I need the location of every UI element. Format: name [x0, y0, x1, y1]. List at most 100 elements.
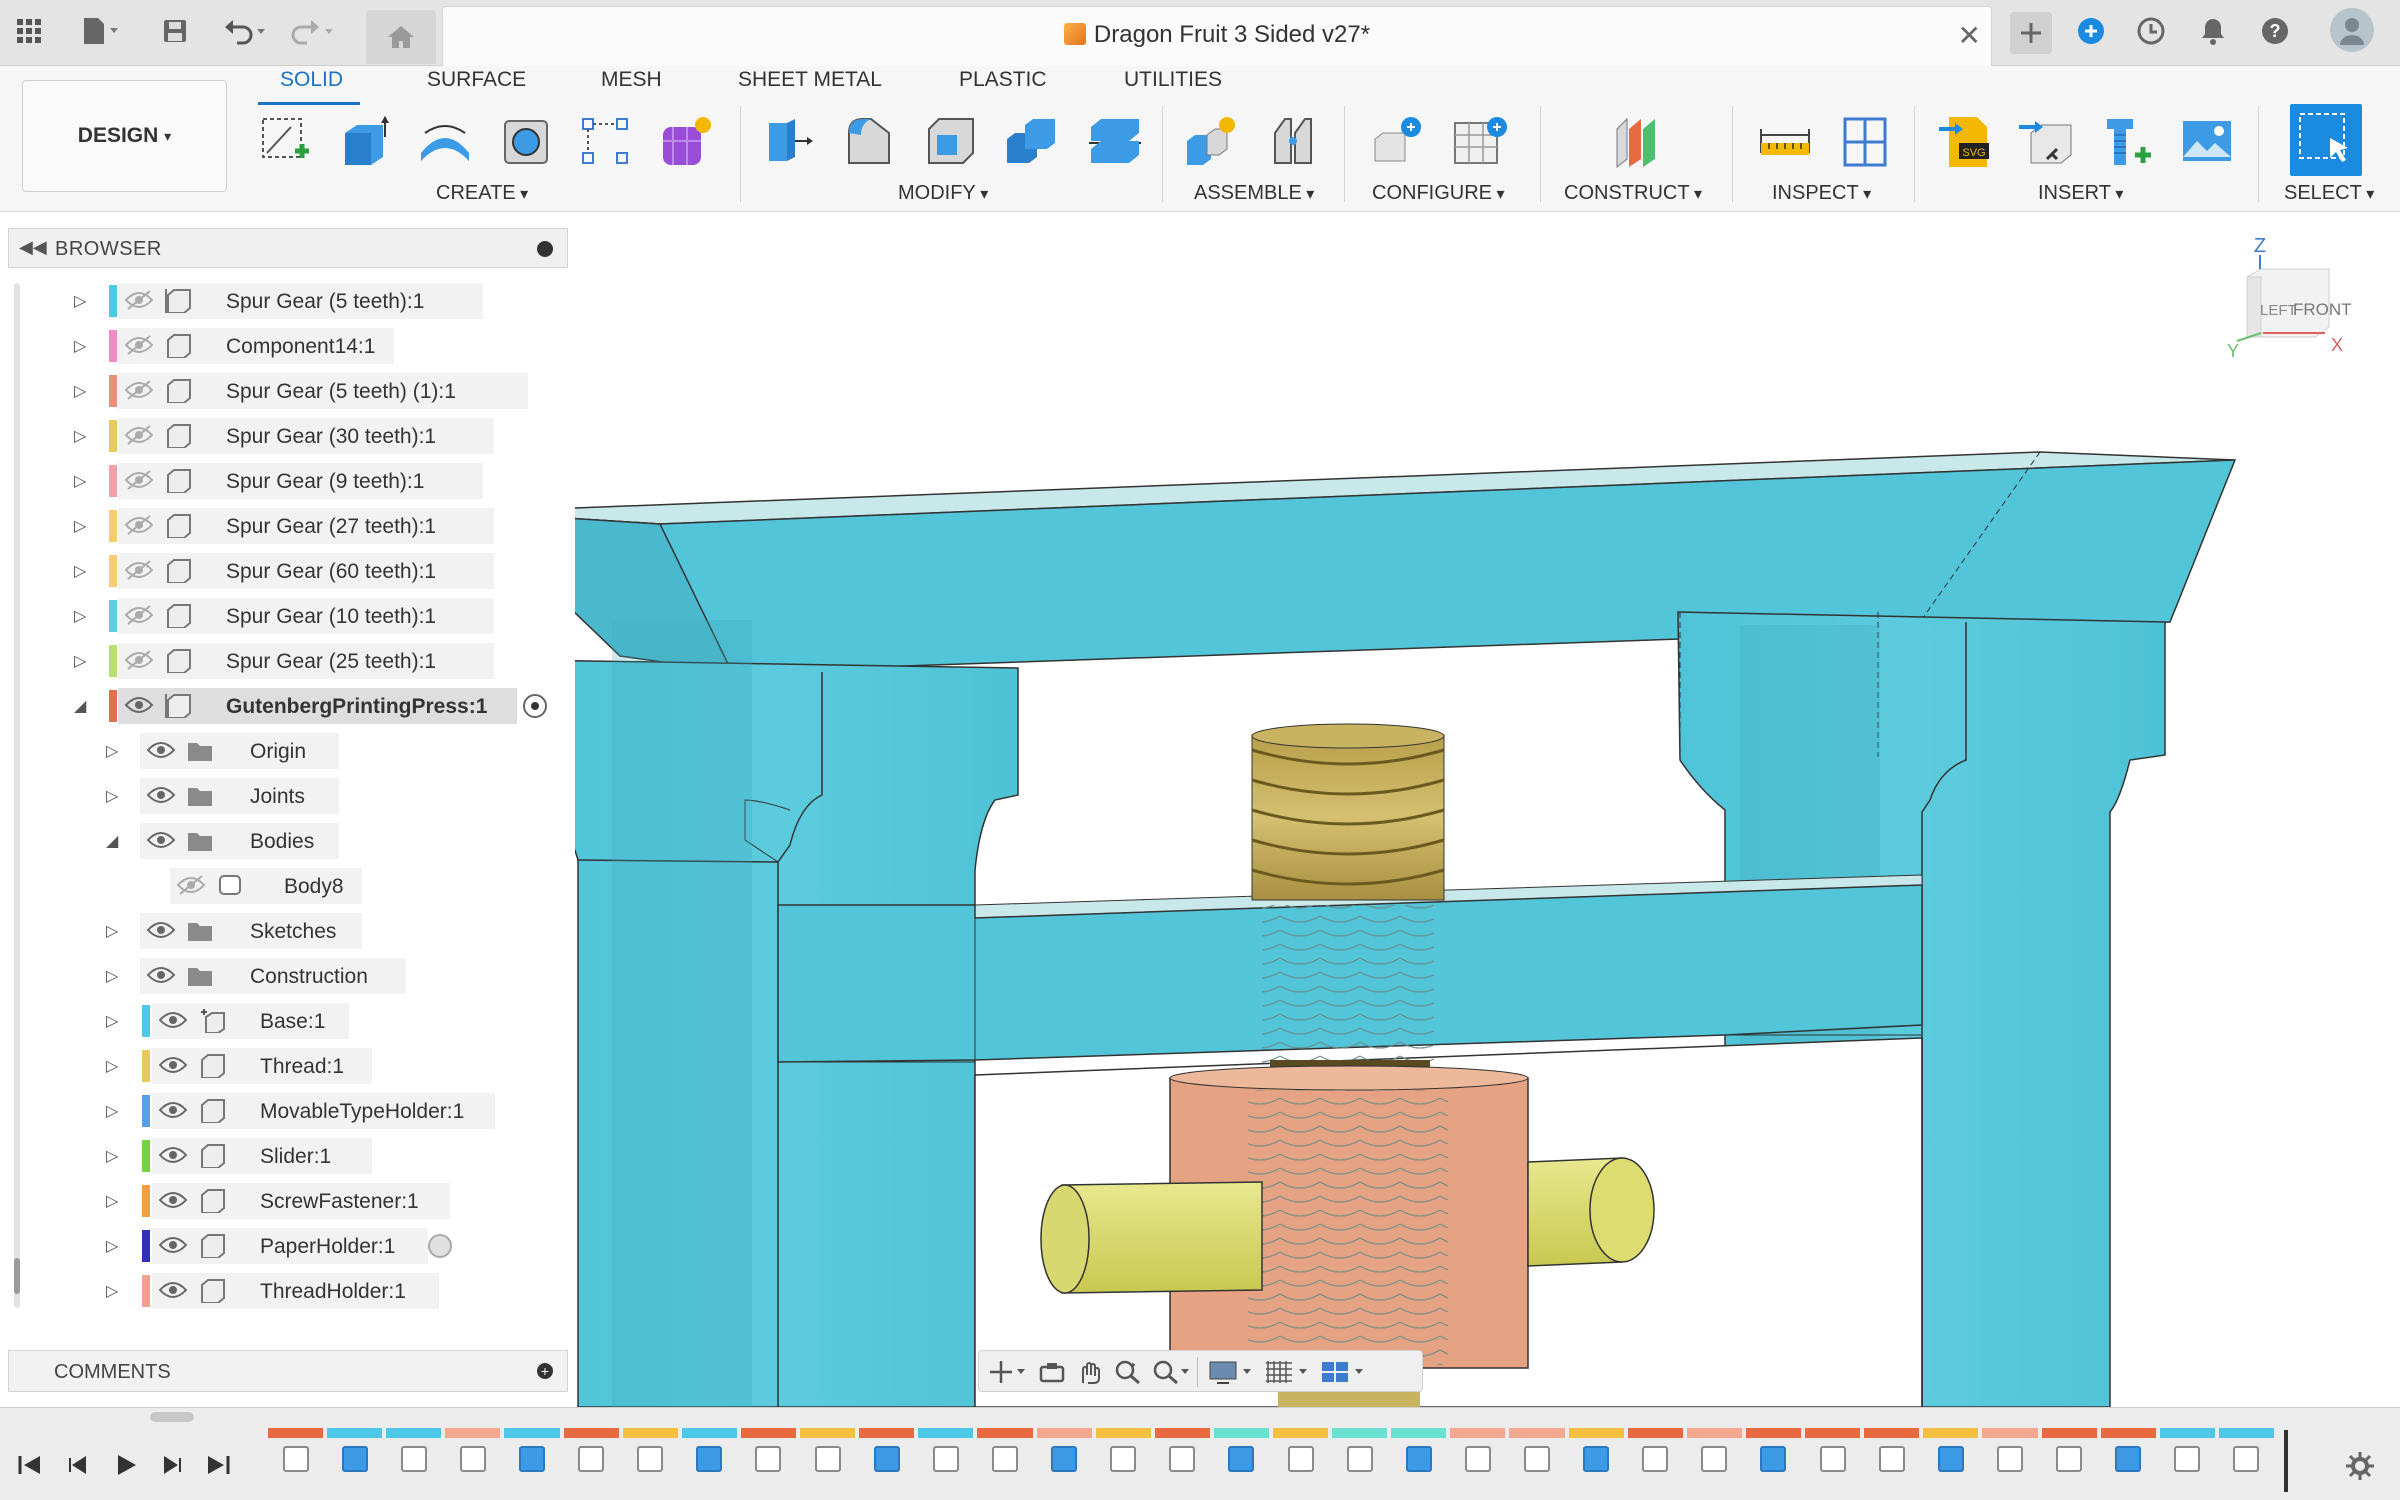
- tab-mesh[interactable]: MESH: [601, 68, 662, 92]
- timeline-feature[interactable]: [622, 1428, 678, 1480]
- go-to-end-icon[interactable]: [204, 1450, 234, 1480]
- extrude-icon[interactable]: [334, 110, 396, 172]
- browser-item[interactable]: ▷ Sketches: [0, 913, 575, 949]
- select-tool-icon[interactable]: [2290, 104, 2362, 176]
- activate-component-radio[interactable]: [522, 694, 547, 718]
- timeline-marker[interactable]: [2284, 1430, 2288, 1492]
- timeline-feature[interactable]: [1864, 1428, 1920, 1480]
- step-forward-icon[interactable]: [158, 1450, 188, 1480]
- timeline-feature[interactable]: [2041, 1428, 2097, 1480]
- grid-snaps-icon[interactable]: [1263, 1359, 1311, 1385]
- timeline-settings-gear-icon[interactable]: [2344, 1450, 2376, 1482]
- press-pull-icon[interactable]: [756, 110, 818, 172]
- redo-icon[interactable]: [290, 14, 340, 48]
- add-comment-icon[interactable]: +: [537, 1363, 553, 1379]
- fillet-icon[interactable]: [838, 110, 900, 172]
- undo-icon[interactable]: [222, 14, 272, 48]
- help-icon[interactable]: ?: [2258, 14, 2292, 48]
- browser-item[interactable]: ▷ Construction: [0, 958, 575, 994]
- hidden-eye-icon[interactable]: [124, 604, 154, 626]
- browser-item[interactable]: ▷ ThreadHolder:1: [0, 1273, 575, 1309]
- visibility-eye-icon[interactable]: [158, 1009, 188, 1031]
- user-avatar[interactable]: [2330, 8, 2374, 52]
- timeline-feature[interactable]: [1568, 1428, 1624, 1480]
- look-at-icon[interactable]: [1037, 1359, 1067, 1385]
- timeline-feature[interactable]: [1923, 1428, 1979, 1480]
- browser-item[interactable]: ▷ Spur Gear (5 teeth):1: [0, 283, 575, 319]
- expand-arrow-icon[interactable]: ▷: [74, 426, 90, 445]
- browser-item[interactable]: ▷ Base:1: [0, 1003, 575, 1039]
- timeline-feature[interactable]: [918, 1428, 974, 1480]
- new-tab-icon[interactable]: [2010, 12, 2052, 54]
- timeline-feature[interactable]: [1982, 1428, 2038, 1480]
- job-status-icon[interactable]: [2134, 14, 2168, 48]
- timeline-feature[interactable]: [386, 1428, 442, 1480]
- timeline-track[interactable]: [268, 1408, 2298, 1498]
- fit-icon[interactable]: [1151, 1359, 1191, 1385]
- tab-sheet-metal[interactable]: SHEET METAL: [738, 68, 882, 92]
- timeline-feature[interactable]: [1391, 1428, 1447, 1480]
- hidden-eye-icon[interactable]: [124, 559, 154, 581]
- timeline-feature[interactable]: [1745, 1428, 1802, 1480]
- browser-item[interactable]: ▷ Spur Gear (25 teeth):1: [0, 643, 575, 679]
- home-tab[interactable]: [366, 10, 436, 64]
- expand-arrow-icon[interactable]: ▷: [106, 786, 122, 805]
- visibility-eye-icon[interactable]: [158, 1234, 188, 1256]
- timeline-feature[interactable]: [563, 1428, 619, 1480]
- browser-item[interactable]: ▷ Spur Gear (10 teeth):1: [0, 598, 575, 634]
- modify-group-label[interactable]: MODIFY: [898, 182, 988, 205]
- browser-item[interactable]: ◢ GutenbergPrintingPress:1: [0, 688, 575, 724]
- expand-arrow-icon[interactable]: ▷: [74, 336, 90, 355]
- browser-item[interactable]: ▷ Spur Gear (30 teeth):1: [0, 418, 575, 454]
- visibility-eye-icon[interactable]: [158, 1189, 188, 1211]
- expand-arrow-icon[interactable]: ▷: [74, 606, 90, 625]
- expand-arrow-icon[interactable]: ▷: [74, 471, 90, 490]
- notifications-icon[interactable]: [2196, 14, 2230, 48]
- timeline-feature[interactable]: [1805, 1428, 1861, 1480]
- create-sketch-icon[interactable]: [254, 110, 316, 172]
- timeline-feature[interactable]: [1154, 1428, 1210, 1480]
- timeline-feature[interactable]: [1509, 1428, 1565, 1480]
- collapse-arrow-icon[interactable]: ◢: [106, 831, 122, 850]
- tab-solid[interactable]: SOLID: [280, 68, 343, 92]
- browser-item[interactable]: ▷ Joints: [0, 778, 575, 814]
- visibility-eye-icon[interactable]: [158, 1279, 188, 1301]
- collapse-panel-icon[interactable]: ◀◀: [19, 237, 47, 258]
- browser-pin-icon[interactable]: [537, 241, 553, 257]
- revolve-icon[interactable]: [414, 110, 476, 172]
- measure-icon[interactable]: [1754, 110, 1816, 172]
- orbit-icon[interactable]: [987, 1359, 1027, 1385]
- zoom-icon[interactable]: [1113, 1359, 1143, 1385]
- tab-surface[interactable]: SURFACE: [427, 68, 526, 92]
- visibility-eye-icon[interactable]: [158, 1144, 188, 1166]
- expand-arrow-icon[interactable]: ▷: [74, 561, 90, 580]
- timeline-feature[interactable]: [504, 1428, 560, 1480]
- browser-item[interactable]: Body8: [0, 868, 575, 904]
- expand-arrow-icon[interactable]: ▷: [74, 651, 90, 670]
- browser-item[interactable]: ▷ Spur Gear (9 teeth):1: [0, 463, 575, 499]
- combine-icon[interactable]: [1002, 110, 1064, 172]
- browser-item[interactable]: ▷ Spur Gear (5 teeth) (1):1: [0, 373, 575, 409]
- close-document-icon[interactable]: ✕: [1958, 19, 1981, 52]
- configuration-table-icon[interactable]: [1450, 110, 1512, 172]
- browser-item[interactable]: ▷ Spur Gear (27 teeth):1: [0, 508, 575, 544]
- file-menu-icon[interactable]: [78, 14, 122, 48]
- hidden-eye-icon[interactable]: [124, 379, 154, 401]
- create-group-label[interactable]: CREATE: [436, 182, 528, 205]
- expand-arrow-icon[interactable]: ▷: [106, 1281, 122, 1300]
- expand-arrow-icon[interactable]: ▷: [74, 291, 90, 310]
- timeline-feature[interactable]: [1332, 1428, 1388, 1480]
- tab-plastic[interactable]: PLASTIC: [959, 68, 1047, 92]
- visibility-eye-icon[interactable]: [124, 694, 154, 716]
- shell-icon[interactable]: [920, 110, 982, 172]
- timeline-feature[interactable]: [1095, 1428, 1151, 1480]
- browser-item[interactable]: ▷ Thread:1: [0, 1048, 575, 1084]
- hidden-eye-icon[interactable]: [124, 514, 154, 536]
- timeline-feature[interactable]: [268, 1428, 324, 1480]
- hidden-eye-icon[interactable]: [124, 289, 154, 311]
- insert-derive-icon[interactable]: [2016, 110, 2078, 172]
- visibility-eye-icon[interactable]: [146, 964, 176, 986]
- collapse-arrow-icon[interactable]: ◢: [74, 696, 90, 715]
- construct-group-label[interactable]: CONSTRUCT: [1564, 182, 1702, 205]
- browser-header[interactable]: ◀◀ BROWSER: [8, 228, 568, 268]
